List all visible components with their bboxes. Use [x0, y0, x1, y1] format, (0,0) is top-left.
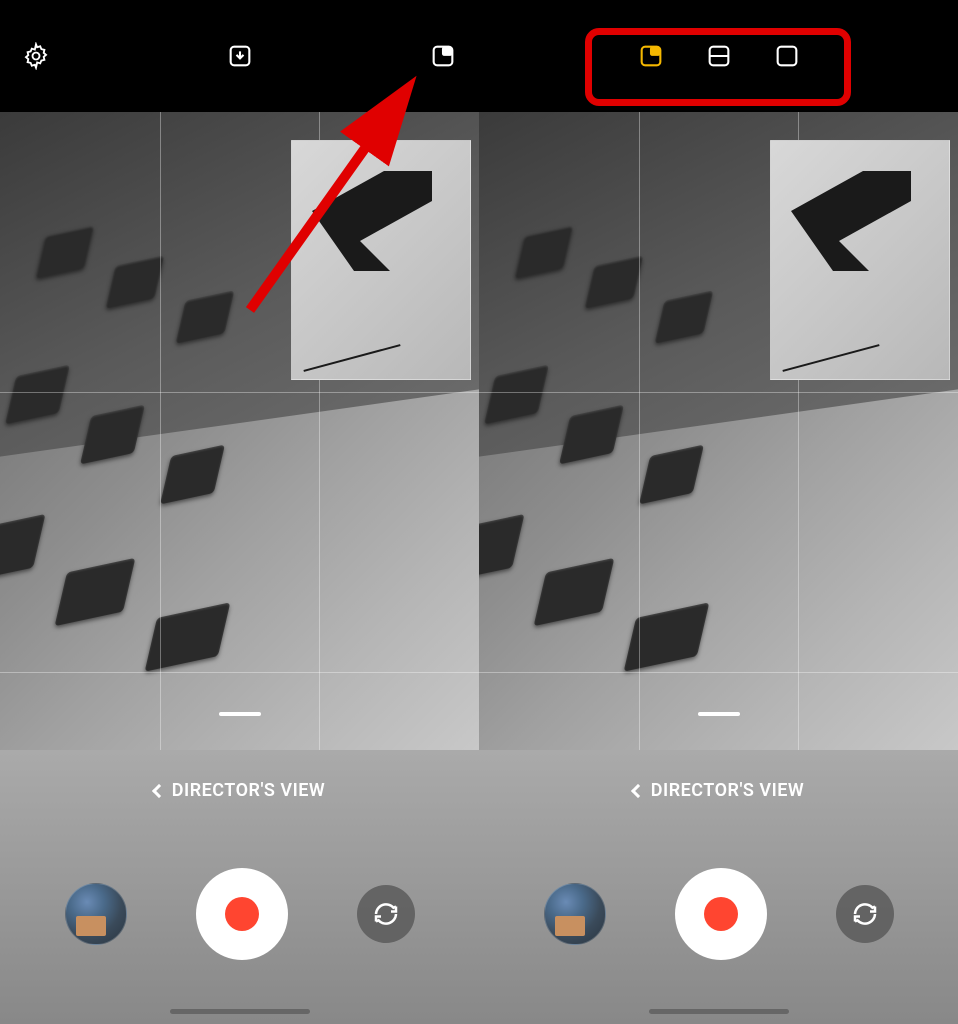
mode-label: DIRECTOR'S VIEW [172, 780, 325, 801]
settings-button[interactable] [18, 38, 54, 74]
gallery-button[interactable] [544, 883, 606, 945]
top-toolbar [479, 0, 958, 112]
switch-camera-icon [850, 899, 880, 929]
pip-preview[interactable] [291, 140, 471, 380]
gear-icon [22, 42, 50, 70]
download-icon [226, 42, 254, 70]
record-icon [225, 897, 259, 931]
camera-controls: DIRECTOR'S VIEW [479, 750, 958, 1024]
mode-label: DIRECTOR'S VIEW [651, 780, 804, 801]
layout-menu-button[interactable] [425, 38, 461, 74]
phone-screenshot-right: DIRECTOR'S VIEW [479, 0, 958, 1024]
gallery-button[interactable] [65, 883, 127, 945]
camera-viewfinder[interactable] [479, 112, 958, 750]
camera-viewfinder[interactable] [0, 112, 479, 750]
drawer-handle[interactable] [698, 712, 740, 716]
record-icon [704, 897, 738, 931]
record-button[interactable] [196, 868, 288, 960]
chevron-left-icon [152, 783, 166, 797]
pip-layout-icon [429, 42, 457, 70]
drawer-handle[interactable] [219, 712, 261, 716]
switch-camera-button[interactable] [836, 885, 894, 943]
save-button[interactable] [222, 38, 258, 74]
home-indicator[interactable] [649, 1009, 789, 1014]
record-button[interactable] [675, 868, 767, 960]
pip-preview[interactable] [770, 140, 950, 380]
mode-selector[interactable]: DIRECTOR'S VIEW [0, 780, 479, 801]
phone-screenshot-left: DIRECTOR'S VIEW [0, 0, 479, 1024]
switch-camera-button[interactable] [357, 885, 415, 943]
camera-controls: DIRECTOR'S VIEW [0, 750, 479, 1024]
annotation-highlight-box [585, 28, 851, 106]
top-toolbar [0, 0, 479, 112]
home-indicator[interactable] [170, 1009, 310, 1014]
switch-camera-icon [371, 899, 401, 929]
mode-selector[interactable]: DIRECTOR'S VIEW [479, 780, 958, 801]
chevron-left-icon [631, 783, 645, 797]
